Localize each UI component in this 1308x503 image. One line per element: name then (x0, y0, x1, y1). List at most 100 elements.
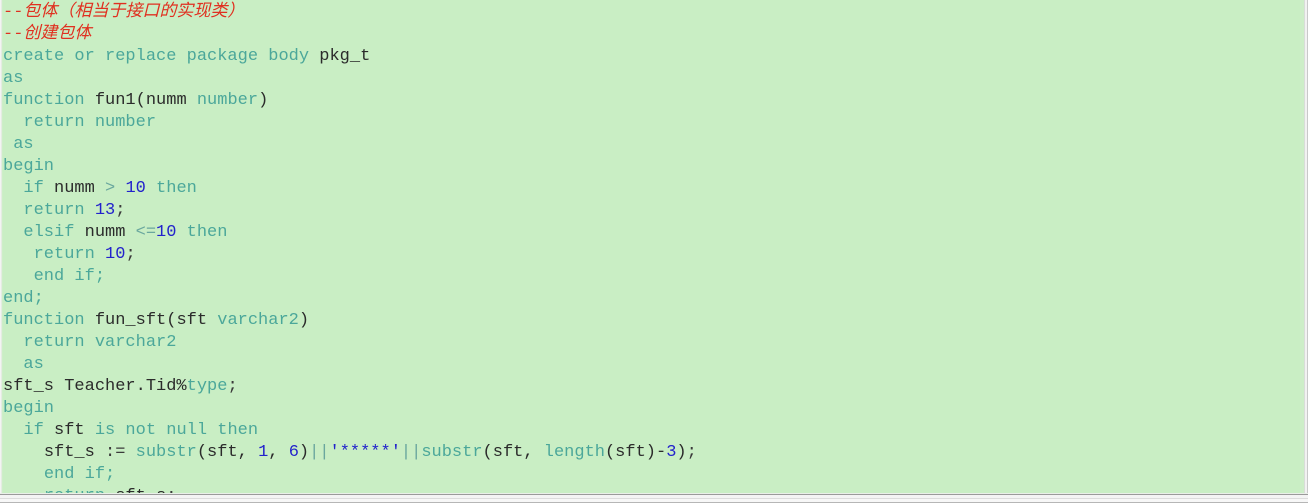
code-token-kw: create or replace package body (3, 47, 320, 66)
code-line[interactable]: return 10; (3, 244, 1300, 266)
code-token-kw: as (23, 355, 44, 374)
code-token-kw: then (145, 179, 197, 198)
code-token-kw: return number (23, 113, 157, 132)
code-token-num: 6 (288, 443, 299, 462)
code-token-id: (sft, (196, 443, 259, 462)
code-token-kw: if (23, 421, 55, 440)
code-token-kw: begin (3, 157, 55, 176)
code-token-kw: return (23, 201, 95, 220)
code-token-id: fun_sft(sft (94, 311, 218, 330)
code-line[interactable]: as (3, 134, 1300, 156)
code-line[interactable]: --包体（相当于接口的实现类） (3, 2, 1300, 24)
code-token-id: fun1(numm (94, 91, 197, 110)
code-line[interactable]: sft_s := substr(sft, 1, 6)||'*****'||sub… (3, 442, 1300, 464)
code-line[interactable]: as (3, 354, 1300, 376)
code-token-num: 1 (258, 443, 269, 462)
code-token-punct: ; (686, 443, 697, 462)
code-line[interactable]: return number (3, 112, 1300, 134)
code-token-kw: as (3, 69, 24, 88)
code-token-op: > (105, 179, 126, 198)
code-token-kw: type (186, 377, 228, 396)
code-line[interactable]: as (3, 68, 1300, 90)
code-line[interactable]: return varchar2 (3, 332, 1300, 354)
code-token-id: ) (298, 311, 310, 330)
code-token-kw: function (3, 311, 95, 330)
code-token-num: 10 (125, 179, 146, 198)
code-token-kw: number (196, 91, 259, 110)
code-line[interactable]: end if; (3, 464, 1300, 486)
code-token-kw: if (23, 179, 55, 198)
code-token-str: '*****' (329, 443, 401, 462)
code-token-kw: length (543, 443, 605, 462)
code-line[interactable]: if sft is not null then (3, 420, 1300, 442)
code-token-kw: begin (3, 399, 55, 418)
code-token-kw: end if; (33, 267, 106, 286)
code-token-punct: ; (227, 377, 238, 396)
code-token-kw: return varchar2 (23, 333, 177, 352)
code-token-kw: is not null then (94, 421, 259, 440)
code-token-kw: elsif (23, 223, 85, 242)
code-token-cmt: --创建包体 (3, 25, 92, 44)
code-line[interactable]: function fun1(numm number) (3, 90, 1300, 112)
code-token-op: || (400, 443, 422, 462)
code-token-id: (sft)- (604, 443, 667, 462)
code-token-punct: := (105, 443, 136, 462)
code-token-id: pkg_t (319, 47, 371, 66)
code-line[interactable]: function fun_sft(sft varchar2) (3, 310, 1300, 332)
code-token-id: , (268, 443, 289, 462)
code-line[interactable]: begin (3, 156, 1300, 178)
code-token-id: sft_s (43, 443, 106, 462)
editor-bottom-border (0, 493, 1308, 503)
code-token-id: ) (258, 91, 269, 110)
code-token-id: numm (84, 223, 136, 242)
code-token-kw: end; (3, 289, 44, 308)
code-line[interactable]: end; (3, 288, 1300, 310)
code-line[interactable]: create or replace package body pkg_t (3, 46, 1300, 68)
code-token-punct: ; (115, 201, 126, 220)
code-token-id: ) (676, 443, 687, 462)
code-token-kw: varchar2 (217, 311, 299, 330)
code-line[interactable]: end if; (3, 266, 1300, 288)
code-line[interactable]: return 13; (3, 200, 1300, 222)
code-token-kw: return (33, 245, 106, 264)
code-token-kw: then (176, 223, 228, 242)
code-token-id: ) (298, 443, 310, 462)
code-token-kw: substr (421, 443, 483, 462)
code-line[interactable]: begin (3, 398, 1300, 420)
code-line[interactable]: if numm > 10 then (3, 178, 1300, 200)
code-token-id: numm (54, 179, 106, 198)
code-token-num: 10 (156, 223, 177, 242)
code-token-id: sft_s Teacher.Tid% (3, 377, 187, 396)
editor-right-border (1300, 0, 1308, 503)
code-token-num: 13 (94, 201, 116, 220)
code-line[interactable]: sft_s Teacher.Tid%type; (3, 376, 1300, 398)
code-token-kw: substr (135, 443, 197, 462)
code-token-punct: ; (125, 245, 136, 264)
code-editor-pane[interactable]: --包体（相当于接口的实现类） --创建包体 create or replace p… (0, 0, 1308, 503)
code-token-kw: as (13, 135, 34, 154)
code-token-id: (sft, (482, 443, 544, 462)
code-token-cmt: --包体（相当于接口的实现类） (3, 3, 245, 22)
code-token-kw: end if; (43, 465, 116, 484)
code-token-op: || (309, 443, 330, 462)
code-token-num: 3 (666, 443, 677, 462)
code-line[interactable]: elsif numm <=10 then (3, 222, 1300, 244)
code-token-op: <= (135, 223, 157, 242)
code-token-id: sft (54, 421, 95, 440)
code-text-area[interactable]: --包体（相当于接口的实现类） --创建包体 create or replace p… (3, 0, 1300, 503)
code-token-num: 10 (105, 245, 126, 264)
code-line[interactable]: --创建包体 (3, 24, 1300, 46)
code-token-kw: function (3, 91, 95, 110)
